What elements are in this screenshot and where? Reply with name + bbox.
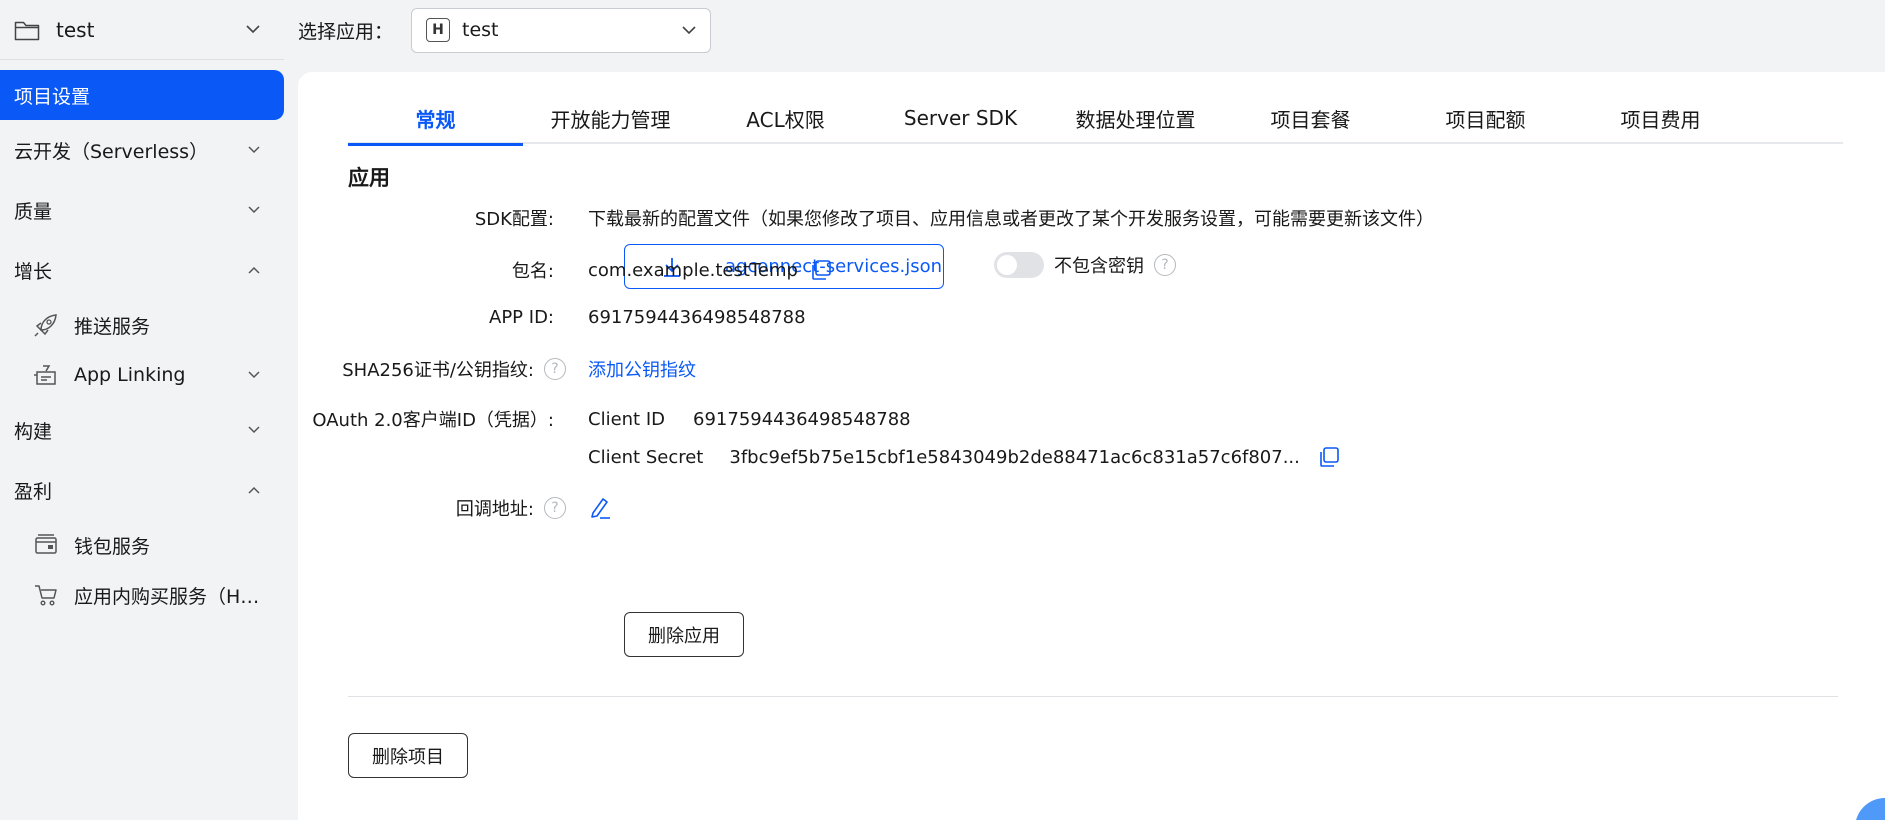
sidebar-item-wallet[interactable]: 钱包服务	[0, 520, 284, 570]
sidebar-item-label: 钱包服务	[74, 535, 151, 558]
oauth-row: OAuth 2.0客户端ID（凭据）: Client ID 6917594436…	[298, 406, 911, 432]
sidebar-item-label: 推送服务	[74, 315, 151, 338]
wallet-icon	[32, 531, 60, 559]
folder-icon	[14, 21, 40, 40]
tab-project-plan[interactable]: 项目套餐	[1223, 92, 1398, 144]
edit-icon[interactable]	[588, 496, 612, 520]
client-secret-value: 3fbc9ef5b75e15cbf1e5843049b2de88471ac6c8…	[729, 446, 1300, 468]
chevron-down-icon	[246, 25, 260, 34]
tab-acl[interactable]: ACL权限	[698, 92, 873, 144]
sha-row: SHA256证书/公钥指纹: ? 添加公钥指纹	[298, 356, 696, 382]
project-name: test	[56, 17, 95, 42]
chevron-down-icon	[248, 371, 260, 379]
sidebar-item-push[interactable]: 推送服务	[0, 300, 284, 350]
chevron-down-icon	[682, 25, 696, 35]
sidebar-item-serverless[interactable]: 云开发（Serverless）	[0, 120, 284, 180]
sidebar-item-label: 增长	[14, 260, 53, 283]
sidebar-item-label: 盈利	[14, 480, 53, 503]
sidebar-item-iap[interactable]: 应用内购买服务（Ha...	[0, 570, 284, 620]
package-label: 包名:	[511, 261, 554, 282]
project-selector[interactable]: test	[0, 0, 284, 60]
sidebar-item-label: 项目设置	[14, 85, 91, 108]
divider	[348, 696, 1838, 697]
package-row: 包名: com.example.testTemp	[298, 257, 832, 283]
sidebar-item-label: App Linking	[74, 364, 186, 386]
client-secret-label: Client Secret	[588, 446, 704, 468]
chevron-down-icon	[248, 426, 260, 434]
appid-row: APP ID: 6917594436498548788	[298, 307, 806, 328]
delete-app-button[interactable]: 删除应用	[624, 612, 744, 657]
sidebar-item-quality[interactable]: 质量	[0, 180, 284, 240]
tab-project-quota[interactable]: 项目配额	[1398, 92, 1573, 144]
sha-label: SHA256证书/公钥指纹:	[342, 360, 534, 381]
chevron-up-icon	[248, 266, 260, 274]
app-select[interactable]: H test	[411, 7, 712, 53]
appid-label: APP ID:	[489, 307, 554, 328]
callback-label: 回调地址:	[455, 499, 534, 520]
copy-icon[interactable]	[1318, 446, 1340, 468]
sidebar-item-label: 云开发（Serverless）	[14, 140, 209, 163]
sdk-config-row: SDK配置: 下载最新的配置文件（如果您修改了项目、应用信息或者更改了某个开发服…	[298, 205, 1434, 231]
sidebar-item-monetize[interactable]: 盈利	[0, 460, 284, 520]
callback-row: 回调地址: ?	[298, 495, 612, 521]
main-card: 常规 开放能力管理 ACL权限 Server SDK 数据处理位置 项目套餐 项…	[298, 72, 1885, 820]
delete-project-button[interactable]: 删除项目	[348, 733, 468, 778]
section-title: 应用	[348, 166, 390, 190]
link-app-icon	[32, 361, 60, 389]
package-value: com.example.testTemp	[588, 259, 798, 281]
copy-icon[interactable]	[810, 259, 832, 281]
oauth-label: OAuth 2.0客户端ID（凭据）:	[312, 410, 554, 431]
chevron-down-icon	[248, 206, 260, 214]
app-select-value: test	[462, 19, 499, 41]
client-id-value: 6917594436498548788	[693, 408, 911, 430]
tab-open-capabilities[interactable]: 开放能力管理	[523, 92, 698, 144]
sidebar-item-project-settings[interactable]: 项目设置	[0, 70, 284, 120]
sidebar-item-label: 构建	[14, 420, 53, 443]
sidebar-item-app-linking[interactable]: App Linking	[0, 350, 284, 400]
sidebar-nav: 项目设置 云开发（Serverless） 质量 增长 推送服务 App Link…	[0, 70, 284, 620]
sidebar-item-label: 应用内购买服务（Ha...	[74, 585, 260, 608]
sidebar-item-build[interactable]: 构建	[0, 400, 284, 460]
help-icon[interactable]: ?	[544, 497, 566, 519]
tab-data-location[interactable]: 数据处理位置	[1048, 92, 1223, 144]
tab-server-sdk[interactable]: Server SDK	[873, 92, 1048, 144]
help-icon[interactable]: ?	[544, 358, 566, 380]
chevron-down-icon	[248, 146, 260, 154]
client-secret-row: Client Secret 3fbc9ef5b75e15cbf1e5843049…	[298, 446, 1340, 468]
sdk-config-label: SDK配置:	[474, 209, 554, 230]
help-icon[interactable]: ?	[1154, 254, 1176, 276]
client-id-label: Client ID	[588, 408, 666, 430]
tab-project-fees[interactable]: 项目费用	[1573, 92, 1748, 144]
sidebar-item-growth[interactable]: 增长	[0, 240, 284, 300]
app-select-label: 选择应用：	[298, 20, 394, 43]
sdk-config-desc: 下载最新的配置文件（如果您修改了项目、应用信息或者更改了某个开发服务设置，可能需…	[588, 209, 1434, 230]
chevron-up-icon	[248, 486, 260, 494]
rocket-icon	[32, 311, 60, 339]
add-fingerprint-link[interactable]: 添加公钥指纹	[588, 356, 696, 382]
sidebar: test 项目设置 云开发（Serverless） 质量 增长 推送服务 App…	[0, 0, 298, 820]
cart-icon	[32, 581, 60, 609]
tab-general[interactable]: 常规	[348, 92, 523, 146]
toggle-knob	[997, 255, 1017, 275]
exclude-key-toggle-wrap: 不包含密钥 ?	[994, 252, 1176, 278]
app-badge-icon: H	[426, 18, 451, 42]
exclude-key-toggle[interactable]	[994, 252, 1044, 278]
appid-value: 6917594436498548788	[588, 307, 806, 328]
sidebar-item-label: 质量	[14, 200, 53, 223]
tab-bar: 常规 开放能力管理 ACL权限 Server SDK 数据处理位置 项目套餐 项…	[348, 92, 1843, 146]
topbar: 选择应用： H test	[298, 0, 712, 60]
exclude-key-label: 不包含密钥	[1054, 256, 1144, 277]
